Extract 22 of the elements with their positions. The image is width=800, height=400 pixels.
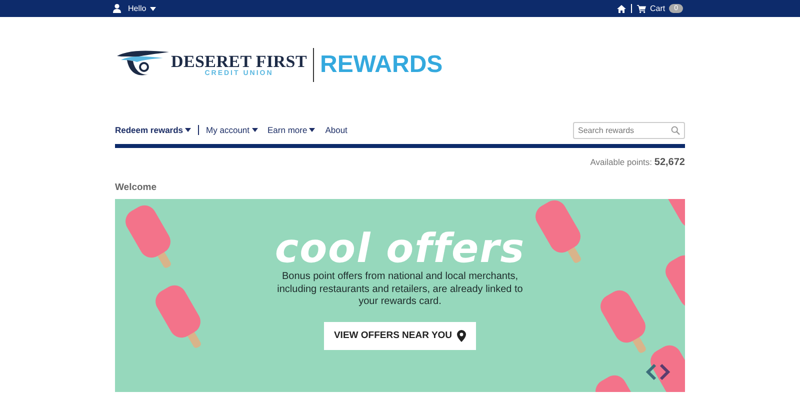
nav-item[interactable]: Earn more — [262, 125, 320, 135]
nav-item[interactable]: About — [320, 125, 352, 135]
search-field[interactable]: Search rewards — [573, 122, 685, 138]
search-icon — [671, 126, 680, 134]
caret-icon — [309, 128, 316, 132]
available-points: Available points: 52,672 — [589, 157, 685, 168]
banner-text: Bonus point offers from national and local merchants, including restaurants and retailers, are already linked to your rewards card. — [276, 271, 524, 308]
banner-headline: cool offers — [274, 227, 526, 271]
logo-name: DESERET FIRST — [171, 53, 307, 70]
user-menu[interactable]: Hello — [113, 4, 156, 13]
caret-icon — [185, 128, 192, 132]
nav-item[interactable]: My account — [201, 125, 263, 135]
nav-item[interactable]: Redeem rewards — [115, 125, 196, 135]
view-offers-button[interactable]: VIEW OFFERS NEAR YOU — [324, 322, 476, 350]
map-pin-icon — [457, 330, 466, 342]
home-icon[interactable] — [616, 4, 626, 12]
caret-icon — [150, 6, 156, 10]
section-title: Welcome — [115, 182, 158, 193]
cart-icon — [636, 4, 646, 12]
caret-icon — [252, 128, 258, 132]
user-icon — [113, 4, 121, 13]
program-title: REWARDS — [320, 51, 443, 79]
